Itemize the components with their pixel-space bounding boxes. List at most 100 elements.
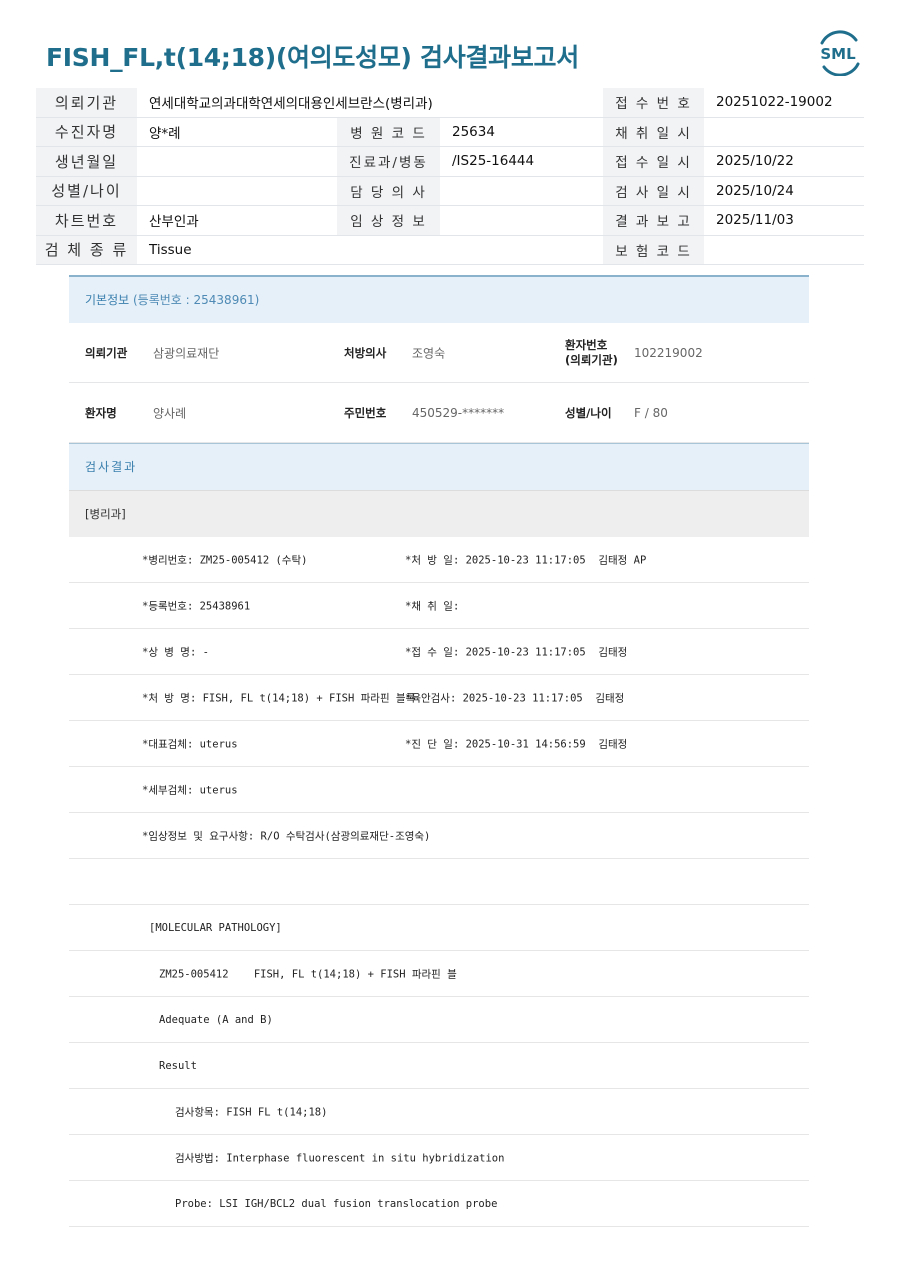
result-field-right: *처 방 일: 2025-10-23 11:17:05 김태정 AP <box>405 554 647 566</box>
result-rows: *병리번호: ZM25-005412 (수탁) *처 방 일: 2025-10-2… <box>69 537 809 905</box>
results-heading: 검사결과 <box>69 443 809 490</box>
header-label: 접 수 번 호 <box>603 88 704 118</box>
patient-number-label-a: 환자번호 <box>565 337 608 352</box>
result-row <box>69 859 809 905</box>
patient-number-label: 환자번호 (의뢰기관) <box>565 338 618 368</box>
basic-info-row-2: 환자명 양사례 주민번호 450529-******* 성별/나이 F / 80 <box>69 383 809 443</box>
header-value: 산부인과 <box>137 205 337 236</box>
result-field-left: *등록번호: 25438961 <box>142 600 251 612</box>
header-row: 차트번호 산부인과 임 상 정 보 결 과 보 고 2025/11/03 <box>36 205 864 236</box>
header-value: 20251022-19002 <box>704 88 864 118</box>
header-value: 2025/10/22 <box>704 146 864 177</box>
molecular-row: ZM25-005412 FISH, FL t(14;18) + FISH 파라핀… <box>69 951 809 997</box>
result-field-left: *임상정보 및 요구사항: R/O 수탁검사(삼광의료재단-조영숙) <box>142 830 431 842</box>
header-label: 병 원 코 드 <box>337 117 440 147</box>
molecular-row: Probe: LSI IGH/BCL2 dual fusion transloc… <box>69 1181 809 1227</box>
molecular-row: 검사항목: FISH FL t(14;18) <box>69 1089 809 1135</box>
molecular-text: [MOLECULAR PATHOLOGY] <box>149 921 282 934</box>
department-label: [병리과] <box>69 490 809 537</box>
molecular-row: Adequate (A and B) <box>69 997 809 1043</box>
header-label: 검 체 종 류 <box>36 235 137 265</box>
header-value <box>137 146 337 177</box>
molecular-row: Result <box>69 1043 809 1089</box>
result-field-left: *병리번호: ZM25-005412 (수탁) <box>142 554 308 566</box>
sml-logo: SML <box>820 30 860 76</box>
header-label: 담 당 의 사 <box>337 176 440 206</box>
basic-info-panel: 기본정보 (등록번호 : 25438961) 의뢰기관 삼광의료재단 처방의사 … <box>69 275 809 1227</box>
header-value: /IS25-16444 <box>440 146 603 177</box>
molecular-text: Probe: LSI IGH/BCL2 dual fusion transloc… <box>175 1197 498 1210</box>
patient-number-value: 102219002 <box>634 345 703 360</box>
header-value: 25634 <box>440 117 603 147</box>
resident-number-label: 주민번호 <box>344 405 387 420</box>
result-row: *등록번호: 25438961 *채 취 일: <box>69 583 809 629</box>
header-label: 검 사 일 시 <box>603 176 704 206</box>
molecular-text: Adequate (A and B) <box>159 1013 273 1026</box>
header-row: 의뢰기관 연세대학교의과대학연세의대용인세브란스(병리과) 접 수 번 호 20251… <box>36 88 864 118</box>
header-label: 진료과/병동 <box>337 146 440 177</box>
requester-value: 삼광의료재단 <box>153 346 220 360</box>
result-field-left: *처 방 명: FISH, FL t(14;18) + FISH 파라핀 블록 <box>142 692 416 704</box>
basic-info-heading: 기본정보 (등록번호 : 25438961) <box>69 275 809 323</box>
result-field-right: *접 수 일: 2025-10-23 11:17:05 김태정 <box>405 646 628 658</box>
result-field-left: *대표검체: uterus <box>142 738 238 750</box>
molecular-row: 검사방법: Interphase fluorescent in situ hyb… <box>69 1135 809 1181</box>
header-label: 보 험 코 드 <box>603 235 704 265</box>
patient-name-value: 양사례 <box>153 406 187 420</box>
header-value: Tissue <box>137 235 337 265</box>
header-label: 결 과 보 고 <box>603 205 704 236</box>
header-label: 생년월일 <box>36 146 137 177</box>
header-row: 검 체 종 류 Tissue 보 험 코 드 <box>36 235 864 265</box>
header-label: 수진자명 <box>36 117 137 147</box>
requester-label: 의뢰기관 <box>85 345 128 360</box>
resident-number-value: 450529-******* <box>412 405 505 420</box>
basic-info-row-1: 의뢰기관 삼광의료재단 처방의사 조영숙 환자번호 (의뢰기관) 1022190… <box>69 323 809 383</box>
molecular-rows: [MOLECULAR PATHOLOGY] ZM25-005412 FISH, F… <box>69 905 809 1227</box>
header-value: 연세대학교의과대학연세의대용인세브란스(병리과) <box>137 88 603 118</box>
header-value <box>704 117 864 147</box>
result-row: *처 방 명: FISH, FL t(14;18) + FISH 파라핀 블록 *… <box>69 675 809 721</box>
header-label: 의뢰기관 <box>36 88 137 118</box>
header-value <box>440 205 603 236</box>
header-label: 채 취 일 시 <box>603 117 704 147</box>
header-label: 접 수 일 시 <box>603 146 704 177</box>
page-title: FISH_FL,t(14;18)(여의도성모) 검사결과보고서 <box>46 43 579 72</box>
result-field-right: *진 단 일: 2025-10-31 14:56:59 김태정 <box>405 738 628 750</box>
header-value: 2025/10/24 <box>704 176 864 206</box>
logo-text: SML <box>820 45 856 63</box>
header-value <box>440 176 603 206</box>
basic-info-title: 기본정보 <box>85 293 130 307</box>
patient-number-label-b: (의뢰기관) <box>565 352 618 367</box>
header-value: 양*례 <box>137 117 337 147</box>
header-label: 임 상 정 보 <box>337 205 440 236</box>
patient-name-label: 환자명 <box>85 405 117 420</box>
molecular-text: 검사항목: FISH FL t(14;18) <box>175 1106 328 1118</box>
prescriber-label: 처방의사 <box>344 345 387 360</box>
header-row: 생년월일 진료과/병동/IS25-16444 접 수 일 시 2025/10/22 <box>36 146 864 177</box>
result-row: *임상정보 및 요구사항: R/O 수탁검사(삼광의료재단-조영숙) <box>69 813 809 859</box>
molecular-text: Result <box>159 1059 197 1072</box>
header-label: 성별/나이 <box>36 176 137 206</box>
molecular-text: ZM25-005412 FISH, FL t(14;18) + FISH 파라핀… <box>159 968 457 980</box>
molecular-row: [MOLECULAR PATHOLOGY] <box>69 905 809 951</box>
result-field-right: *채 취 일: <box>405 600 460 612</box>
molecular-text: 검사방법: Interphase fluorescent in situ hyb… <box>175 1152 505 1164</box>
header-value <box>704 235 864 265</box>
header-value <box>440 235 603 265</box>
result-field-left: *세부검체: uterus <box>142 784 238 796</box>
result-row: *세부검체: uterus <box>69 767 809 813</box>
header-label <box>337 235 440 265</box>
prescriber-value: 조영숙 <box>412 346 446 360</box>
header-row: 성별/나이 담 당 의 사 검 사 일 시 2025/10/24 <box>36 176 864 206</box>
header-value: 2025/11/03 <box>704 205 864 236</box>
registration-number: (등록번호 : 25438961) <box>133 293 260 307</box>
sex-age-label: 성별/나이 <box>565 405 612 420</box>
result-row: *상 병 명: - *접 수 일: 2025-10-23 11:17:05 김태정 <box>69 629 809 675</box>
header-label: 차트번호 <box>36 205 137 236</box>
result-field-right: *육안검사: 2025-10-23 11:17:05 김태정 <box>405 692 625 704</box>
result-row: *병리번호: ZM25-005412 (수탁) *처 방 일: 2025-10-2… <box>69 537 809 583</box>
result-field-left: *상 병 명: - <box>142 646 209 658</box>
sex-age-value: F / 80 <box>634 405 668 420</box>
result-row: *대표검체: uterus *진 단 일: 2025-10-31 14:56:59… <box>69 721 809 767</box>
report-header-table: 의뢰기관 연세대학교의과대학연세의대용인세브란스(병리과) 접 수 번 호 20251… <box>36 88 864 265</box>
